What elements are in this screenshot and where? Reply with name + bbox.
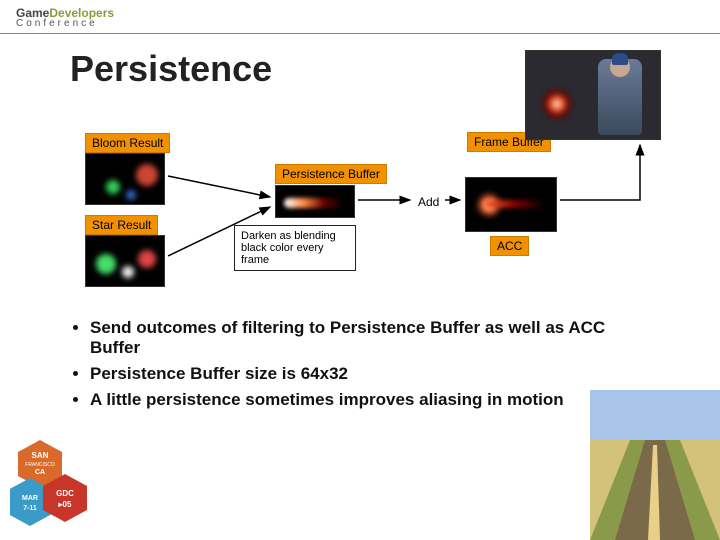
gdc-logo: GameDevelopers Conference: [16, 6, 114, 29]
label-persistence-buffer: Persistence Buffer: [275, 164, 387, 184]
bullet-item: Persistence Buffer size is 64x32: [90, 364, 630, 384]
svg-text:MAR: MAR: [22, 495, 38, 502]
header-bar: GameDevelopers Conference: [0, 0, 720, 34]
label-add: Add: [418, 195, 439, 209]
label-star-result: Star Result: [85, 215, 158, 235]
svg-text:FRANCISCO: FRANCISCO: [25, 462, 55, 468]
bullet-list: Send outcomes of filtering to Persistenc…: [80, 318, 630, 416]
thumb-star: [85, 235, 165, 287]
thumb-bloom: [85, 153, 165, 205]
label-bloom-result: Bloom Result: [85, 133, 170, 153]
thumb-acc: [465, 177, 557, 232]
thumb-framebuffer: [525, 50, 661, 140]
note-darken: Darken as blending black color every fra…: [234, 225, 356, 271]
svg-text:7-11: 7-11: [23, 505, 37, 512]
thumb-persistence: [275, 185, 355, 218]
svg-text:CA: CA: [35, 469, 45, 476]
slide-title: Persistence: [70, 48, 272, 90]
svg-text:▸05: ▸05: [58, 500, 72, 509]
bullet-item: A little persistence sometimes improves …: [90, 390, 630, 410]
gdc-badge-icon: SAN FRANCISCO CA MAR 7-11 GDC ▸05: [10, 430, 100, 530]
svg-text:GDC: GDC: [56, 489, 74, 498]
svg-text:SAN: SAN: [32, 451, 49, 460]
label-acc: ACC: [490, 236, 529, 256]
bullet-item: Send outcomes of filtering to Persistenc…: [90, 318, 630, 358]
